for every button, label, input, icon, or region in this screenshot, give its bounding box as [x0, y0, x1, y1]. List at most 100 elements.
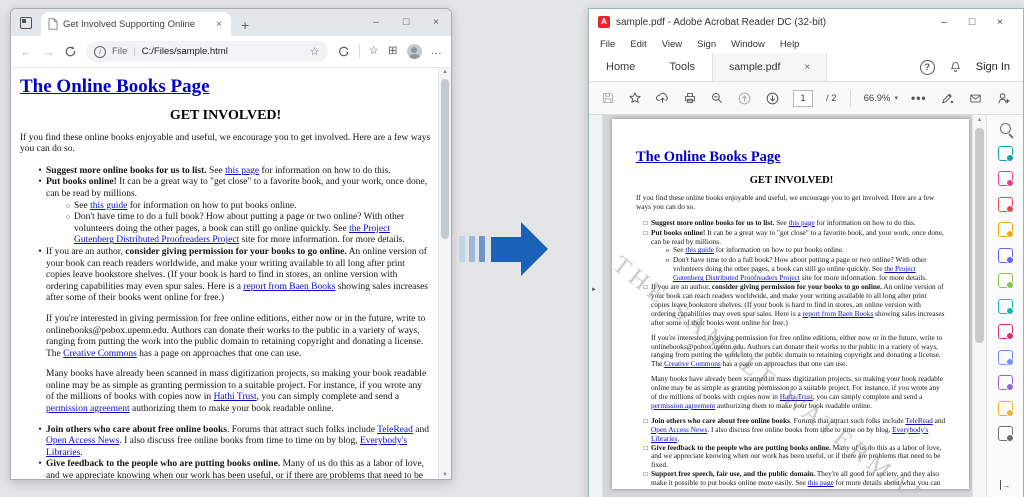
address-bar[interactable]: i File | C:/Files/sample.html ☆ — [86, 41, 328, 62]
close-button[interactable]: × — [986, 9, 1014, 35]
doc-paragraph: Many books have already been scanned in … — [651, 375, 947, 411]
tab-home[interactable]: Home — [589, 53, 652, 81]
doc-link[interactable]: this page — [789, 218, 815, 227]
doc-link[interactable]: permission agreement — [651, 401, 715, 410]
email-icon[interactable] — [968, 92, 983, 105]
list-item-text: Join others who care about free online b… — [651, 417, 947, 444]
collapse-tools-icon[interactable]: → — [987, 480, 1023, 490]
star-icon[interactable] — [628, 91, 642, 105]
scrollbar-thumb[interactable] — [441, 79, 449, 239]
tab-actions-icon[interactable] — [20, 17, 32, 29]
doc-text: If you are an author, — [46, 247, 125, 257]
protect-icon[interactable] — [998, 350, 1013, 365]
browser-toolbar: ← → i File | C:/Files/sample.html ☆ ☆ ⊞ … — [11, 36, 451, 68]
export-pdf-icon[interactable] — [998, 146, 1013, 161]
stamp-icon[interactable] — [998, 401, 1013, 416]
close-tab-icon[interactable]: × — [214, 19, 224, 30]
doc-link[interactable]: Open Access News — [651, 425, 707, 434]
doc-link[interactable]: permission agreement — [46, 404, 130, 414]
menu-view[interactable]: View — [662, 39, 682, 50]
menu-file[interactable]: File — [600, 39, 615, 50]
address-url[interactable]: C:/Files/sample.html — [142, 46, 304, 57]
previous-page-icon[interactable] — [737, 91, 752, 106]
favorites-star-icon[interactable]: ☆ — [369, 46, 379, 58]
doc-link[interactable]: Open Access News — [46, 436, 119, 446]
notifications-bell-icon[interactable] — [949, 60, 962, 74]
close-document-icon[interactable]: × — [804, 62, 810, 73]
address-scheme-label: File — [112, 46, 127, 57]
doc-title-link[interactable]: The Online Books Page — [20, 76, 431, 98]
doc-link[interactable]: Creative Commons — [664, 359, 721, 368]
share-cloud-icon[interactable] — [655, 91, 670, 105]
doc-title-link[interactable]: The Online Books Page — [636, 149, 947, 166]
more-tools-icon[interactable] — [998, 426, 1013, 441]
more-tools-icon[interactable]: ••• — [911, 91, 927, 105]
account-person-icon[interactable] — [996, 91, 1011, 106]
list-item: If you are an author, consider giving pe… — [640, 283, 947, 328]
certify-sign-icon[interactable] — [998, 375, 1013, 390]
minimize-button[interactable]: – — [930, 9, 958, 35]
expand-nav-icon[interactable]: ► — [591, 287, 597, 293]
doc-link[interactable]: this guide — [90, 201, 127, 211]
browser-essentials-icon[interactable] — [337, 45, 350, 58]
compress-pdf-icon[interactable] — [998, 299, 1013, 314]
browser-scrollbar[interactable]: ▲ ▼ — [438, 68, 451, 479]
doc-link[interactable]: Hathi Trust — [214, 392, 257, 402]
collections-icon[interactable]: ⊞ — [388, 46, 398, 58]
new-tab-button[interactable]: + — [241, 18, 249, 32]
help-icon[interactable]: ? — [920, 60, 935, 75]
next-page-icon[interactable] — [765, 91, 780, 106]
combine-files-icon[interactable] — [998, 248, 1013, 263]
minimize-button[interactable]: – — [361, 9, 391, 36]
doc-link[interactable]: report from Baen Books — [803, 309, 874, 318]
print-icon[interactable] — [683, 91, 697, 105]
page-info-icon[interactable]: i — [94, 46, 106, 58]
doc-link[interactable]: TeleRead — [377, 425, 413, 435]
search-tool-icon[interactable] — [1000, 123, 1011, 134]
browser-menu-icon[interactable]: … — [431, 46, 443, 58]
pdf-scrollbar[interactable]: ▲ — [972, 115, 986, 497]
save-icon[interactable] — [601, 91, 615, 105]
zoom-control[interactable]: 66.9% ▾ — [864, 93, 898, 104]
edit-pdf-icon[interactable] — [998, 197, 1013, 212]
doc-link[interactable]: Creative Commons — [63, 349, 137, 359]
browser-tab[interactable]: Get Involved Supporting Online × — [41, 12, 231, 36]
create-pdf-icon[interactable] — [998, 171, 1013, 186]
scroll-up-icon[interactable]: ▲ — [973, 117, 986, 123]
scroll-down-icon[interactable]: ▼ — [439, 472, 451, 478]
tab-document[interactable]: sample.pdf × — [712, 53, 827, 81]
menu-help[interactable]: Help — [780, 39, 800, 50]
menu-window[interactable]: Window — [731, 39, 765, 50]
forward-icon[interactable]: → — [42, 45, 55, 58]
doc-link[interactable]: this guide — [685, 245, 714, 254]
organize-pages-icon[interactable] — [998, 273, 1013, 288]
sign-in-button[interactable]: Sign In — [976, 61, 1010, 73]
close-button[interactable]: × — [421, 9, 451, 36]
refresh-icon[interactable] — [64, 45, 77, 58]
scrollbar-thumb[interactable] — [975, 128, 984, 343]
page-number-input[interactable]: 1 — [793, 90, 813, 107]
doc-text: consider giving permission for your book… — [712, 282, 882, 291]
comment-icon[interactable] — [998, 222, 1013, 237]
doc-link[interactable]: report from Baen Books — [243, 282, 335, 292]
fill-sign-icon[interactable] — [998, 324, 1013, 339]
scroll-up-icon[interactable]: ▲ — [439, 69, 451, 75]
doc-link[interactable]: Hathi Trust — [780, 392, 813, 401]
doc-link[interactable]: this page — [225, 166, 259, 176]
back-icon[interactable]: ← — [20, 45, 33, 58]
maximize-button[interactable]: □ — [958, 9, 986, 35]
menu-sign[interactable]: Sign — [697, 39, 716, 50]
favorites-add-icon[interactable]: ☆ — [310, 45, 320, 58]
navigation-pane-rail[interactable]: ► — [589, 115, 603, 497]
fill-sign-pen-icon[interactable] — [940, 91, 955, 105]
profile-avatar[interactable] — [407, 44, 422, 59]
window-title: sample.pdf - Adobe Acrobat Reader DC (32… — [616, 17, 924, 28]
list-item-text: Put books online! It can be a great way … — [651, 229, 947, 247]
acrobat-app-icon: A — [598, 16, 610, 28]
doc-link[interactable]: this page — [808, 478, 834, 487]
maximize-button[interactable]: □ — [391, 9, 421, 36]
tab-tools[interactable]: Tools — [652, 53, 712, 81]
doc-link[interactable]: TeleRead — [905, 416, 932, 425]
search-icon[interactable] — [710, 91, 724, 105]
menu-edit[interactable]: Edit — [630, 39, 646, 50]
